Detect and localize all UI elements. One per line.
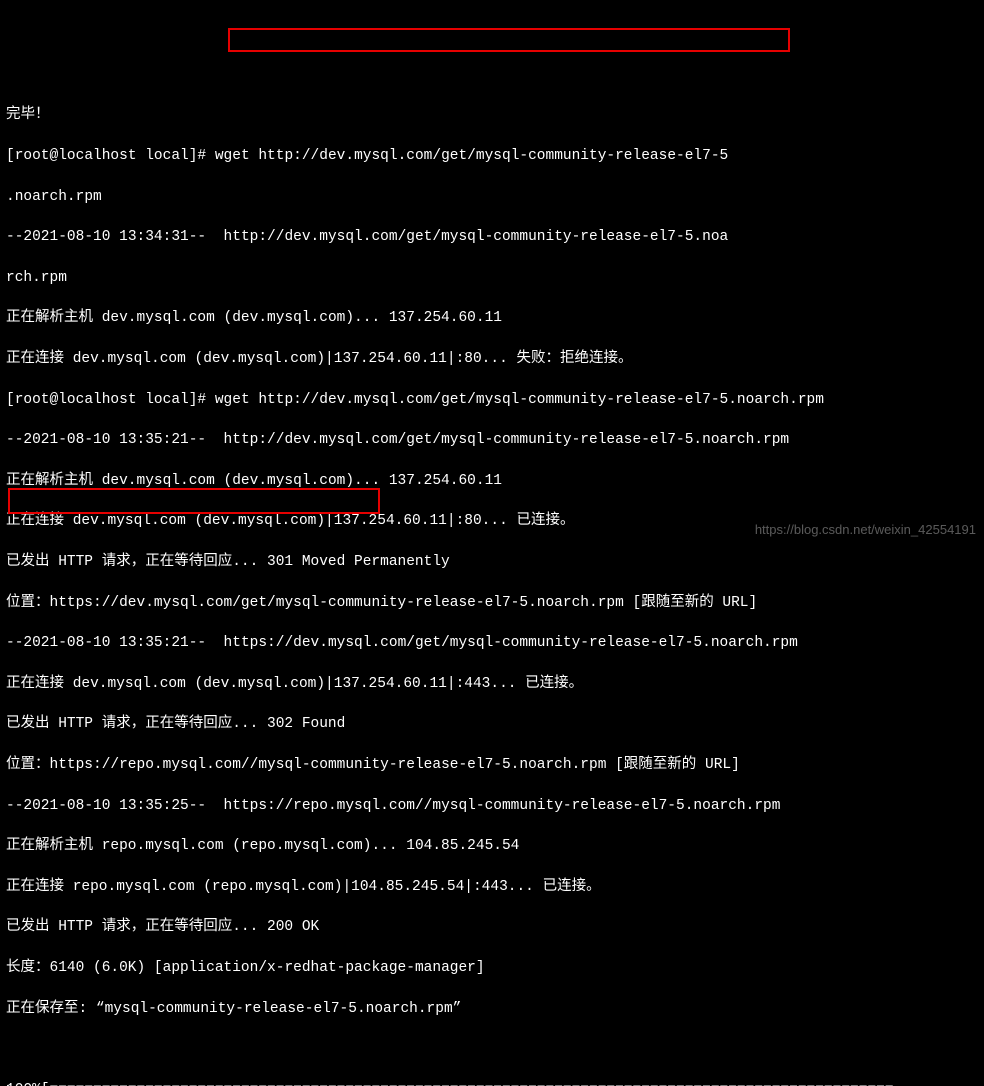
terminal-line: 长度：6140 (6.0K) [application/x-redhat-pac… [6, 958, 978, 978]
terminal-line: [root@localhost local]# wget http://dev.… [6, 390, 978, 410]
terminal-line: 正在连接 dev.mysql.com (dev.mysql.com)|137.2… [6, 349, 978, 369]
terminal-line: --2021-08-10 13:34:31-- http://dev.mysql… [6, 227, 978, 247]
terminal-line: 正在解析主机 dev.mysql.com (dev.mysql.com)... … [6, 308, 978, 328]
terminal-line: 已发出 HTTP 请求，正在等待回应... 200 OK [6, 917, 978, 937]
terminal-line: 已发出 HTTP 请求，正在等待回应... 301 Moved Permanen… [6, 552, 978, 572]
highlight-annotation [228, 28, 790, 52]
terminal-line: .noarch.rpm [6, 187, 978, 207]
terminal-line: --2021-08-10 13:35:25-- https://repo.mys… [6, 796, 978, 816]
terminal-line: 已发出 HTTP 请求，正在等待回应... 302 Found [6, 714, 978, 734]
terminal-line: 位置：https://repo.mysql.com//mysql-communi… [6, 755, 978, 775]
terminal-line: 完毕！ [6, 105, 978, 125]
wget-command: wget http://dev.mysql.com/get/mysql-comm… [215, 148, 728, 164]
terminal-line: 正在连接 repo.mysql.com (repo.mysql.com)|104… [6, 877, 978, 897]
terminal-line: 正在解析主机 repo.mysql.com (repo.mysql.com)..… [6, 836, 978, 856]
terminal-line [6, 1039, 978, 1059]
terminal-output[interactable]: 完毕！ [root@localhost local]# wget http://… [6, 85, 978, 1086]
terminal-line: 位置：https://dev.mysql.com/get/mysql-commu… [6, 593, 978, 613]
terminal-line: 正在保存至: “mysql-community-release-el7-5.no… [6, 999, 978, 1019]
terminal-line: 正在连接 dev.mysql.com (dev.mysql.com)|137.2… [6, 674, 978, 694]
terminal-line: 100%[===================================… [6, 1080, 978, 1086]
terminal-line: --2021-08-10 13:35:21-- http://dev.mysql… [6, 430, 978, 450]
terminal-line: [root@localhost local]# wget http://dev.… [6, 146, 978, 166]
terminal-line: --2021-08-10 13:35:21-- https://dev.mysq… [6, 633, 978, 653]
shell-prompt: [root@localhost local]# [6, 148, 215, 164]
terminal-line: rch.rpm [6, 268, 978, 288]
terminal-line: 正在解析主机 dev.mysql.com (dev.mysql.com)... … [6, 471, 978, 491]
watermark-text: https://blog.csdn.net/weixin_42554191 [755, 521, 976, 539]
